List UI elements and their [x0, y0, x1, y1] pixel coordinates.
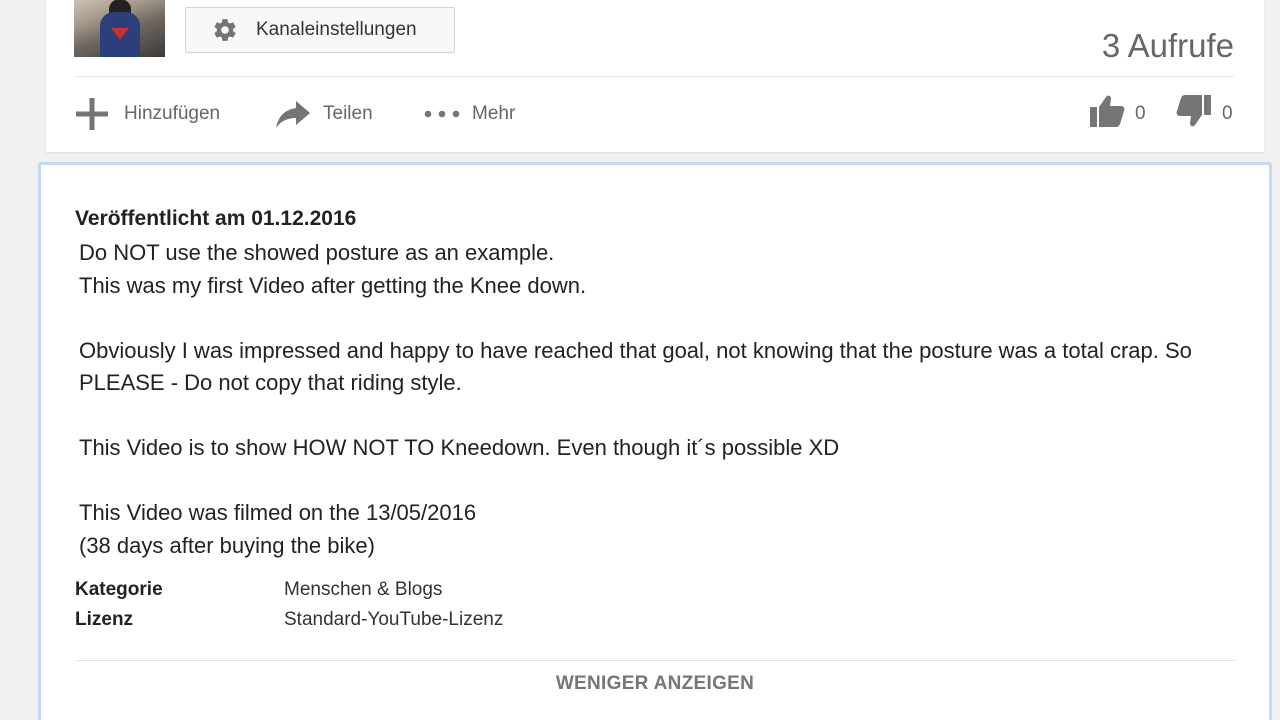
ellipsis-icon [424, 109, 460, 119]
video-owner-card: Kanaleinstellungen 3 Aufrufe Hinzufügen … [46, 0, 1264, 152]
metadata-key: Lizenz [75, 609, 134, 630]
like-button[interactable]: 0 [1089, 94, 1146, 134]
channel-avatar[interactable] [74, 0, 165, 57]
show-less-button[interactable]: WENIGER ANZEIGEN [41, 673, 1269, 695]
more-label: Mehr [472, 103, 516, 124]
view-count: 3 Aufrufe [1101, 27, 1234, 64]
more-button[interactable]: Mehr [424, 96, 515, 132]
channel-settings-label: Kanaleinstellungen [256, 19, 417, 40]
add-to-button[interactable]: Hinzufügen [75, 96, 220, 132]
share-arrow-icon [275, 99, 311, 129]
publish-date: Veröffentlicht am 01.12.2016 [75, 207, 357, 230]
description-paragraph: This Video was filmed on the 13/05/2016 … [79, 500, 477, 558]
add-to-label: Hinzufügen [124, 103, 221, 124]
category-link[interactable]: Menschen & Blogs [284, 579, 442, 601]
thumbs-up-icon [1089, 94, 1125, 134]
divider [74, 76, 1234, 77]
like-count: 0 [1135, 103, 1146, 124]
plus-icon [75, 97, 109, 131]
share-button[interactable]: Teilen [275, 96, 373, 132]
share-label: Teilen [323, 103, 373, 124]
description-text: Do NOT use the showed posture as an exam… [79, 237, 1239, 562]
description-paragraph: Do NOT use the showed posture as an exam… [79, 240, 587, 298]
dislike-button[interactable]: 0 [1176, 94, 1233, 134]
divider [75, 660, 1235, 661]
video-page: Kanaleinstellungen 3 Aufrufe Hinzufügen … [0, 0, 1280, 720]
description-paragraph: This Video is to show HOW NOT TO Kneedow… [79, 435, 840, 460]
video-description-card: Veröffentlicht am 01.12.2016 Do NOT use … [38, 162, 1272, 720]
description-paragraph: Obviously I was impressed and happy to h… [79, 337, 1199, 396]
dislike-count: 0 [1222, 103, 1233, 124]
thumbs-down-icon [1176, 94, 1212, 134]
metadata-key: Kategorie [75, 579, 163, 600]
gear-icon [212, 17, 238, 43]
channel-settings-button[interactable]: Kanaleinstellungen [185, 7, 455, 53]
license-value: Standard-YouTube-Lizenz [284, 609, 504, 630]
